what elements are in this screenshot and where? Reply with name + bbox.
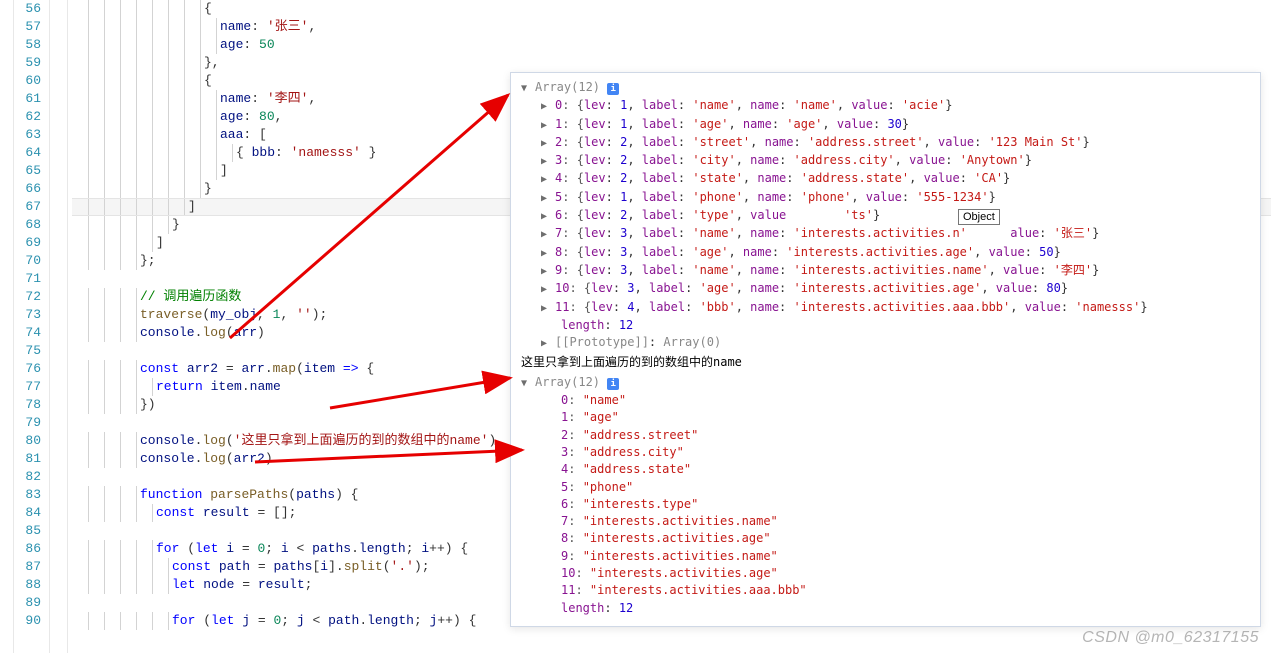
console-entry[interactable]: 8: "interests.activities.age" bbox=[521, 530, 1250, 547]
line-number: 71 bbox=[14, 270, 41, 288]
line-number: 85 bbox=[14, 522, 41, 540]
console-entry[interactable]: ▶6: {lev: 2, label: 'type', value 'ts'} bbox=[521, 207, 1250, 225]
console-panel[interactable]: ▼Array(12) i▶0: {lev: 1, label: 'name', … bbox=[510, 72, 1261, 627]
line-number: 74 bbox=[14, 324, 41, 342]
console-prototype[interactable]: ▶[[Prototype]]: Array(0) bbox=[521, 334, 1250, 352]
code-line[interactable]: { bbox=[72, 0, 1271, 18]
console-entry[interactable]: 3: "address.city" bbox=[521, 444, 1250, 461]
console-entry[interactable]: ▶2: {lev: 2, label: 'street', name: 'add… bbox=[521, 134, 1250, 152]
line-number: 69 bbox=[14, 234, 41, 252]
line-number: 61 bbox=[14, 90, 41, 108]
console-array-header[interactable]: ▼Array(12) i bbox=[521, 79, 1250, 97]
console-entry[interactable]: 10: "interests.activities.age" bbox=[521, 565, 1250, 582]
line-number: 90 bbox=[14, 612, 41, 630]
line-number: 81 bbox=[14, 450, 41, 468]
tooltip-object: Object bbox=[958, 209, 1000, 225]
console-entry[interactable]: 4: "address.state" bbox=[521, 461, 1250, 478]
console-entry[interactable]: 7: "interests.activities.name" bbox=[521, 513, 1250, 530]
line-number: 80 bbox=[14, 432, 41, 450]
console-entry[interactable]: ▶7: {lev: 3, label: 'name', name: 'inter… bbox=[521, 225, 1250, 243]
line-number: 79 bbox=[14, 414, 41, 432]
line-number: 86 bbox=[14, 540, 41, 558]
console-entry[interactable]: ▶10: {lev: 3, label: 'age', name: 'inter… bbox=[521, 280, 1250, 298]
code-line[interactable]: name: '张三', bbox=[72, 18, 1271, 36]
line-number: 63 bbox=[14, 126, 41, 144]
line-number: 75 bbox=[14, 342, 41, 360]
console-array-header[interactable]: ▼Array(12) i bbox=[521, 374, 1250, 392]
ruler bbox=[0, 0, 14, 653]
line-number: 88 bbox=[14, 576, 41, 594]
console-entry[interactable]: ▶3: {lev: 2, label: 'city', name: 'addre… bbox=[521, 152, 1250, 170]
console-entry[interactable]: ▶1: {lev: 1, label: 'age', name: 'age', … bbox=[521, 116, 1250, 134]
console-entry[interactable]: 1: "age" bbox=[521, 409, 1250, 426]
line-number: 67 bbox=[14, 198, 41, 216]
console-entry[interactable]: ▶5: {lev: 1, label: 'phone', name: 'phon… bbox=[521, 189, 1250, 207]
line-number: 73 bbox=[14, 306, 41, 324]
console-entry[interactable]: 5: "phone" bbox=[521, 479, 1250, 496]
line-number: 76 bbox=[14, 360, 41, 378]
console-entry[interactable]: ▶4: {lev: 2, label: 'state', name: 'addr… bbox=[521, 170, 1250, 188]
line-number: 57 bbox=[14, 18, 41, 36]
console-entry[interactable]: ▶11: {lev: 4, label: 'bbb', name: 'inter… bbox=[521, 299, 1250, 317]
watermark: CSDN @m0_62317155 bbox=[1082, 629, 1259, 647]
console-entry[interactable]: ▶9: {lev: 3, label: 'name', name: 'inter… bbox=[521, 262, 1250, 280]
line-number: 65 bbox=[14, 162, 41, 180]
line-number: 66 bbox=[14, 180, 41, 198]
code-line[interactable]: }, bbox=[72, 54, 1271, 72]
console-entry[interactable]: ▶8: {lev: 3, label: 'age', name: 'intere… bbox=[521, 244, 1250, 262]
line-number: 64 bbox=[14, 144, 41, 162]
code-line[interactable]: age: 50 bbox=[72, 36, 1271, 54]
line-number: 77 bbox=[14, 378, 41, 396]
console-entry[interactable]: 9: "interests.activities.name" bbox=[521, 548, 1250, 565]
info-icon[interactable]: i bbox=[607, 83, 619, 95]
line-number: 78 bbox=[14, 396, 41, 414]
line-number: 62 bbox=[14, 108, 41, 126]
line-number: 83 bbox=[14, 486, 41, 504]
console-entry[interactable]: 11: "interests.activities.aaa.bbb" bbox=[521, 582, 1250, 599]
console-log-text: 这里只拿到上面遍历的到的数组中的name bbox=[521, 352, 1250, 373]
console-length: length: 12 bbox=[521, 317, 1250, 334]
line-number: 70 bbox=[14, 252, 41, 270]
line-number: 68 bbox=[14, 216, 41, 234]
fold-column bbox=[50, 0, 68, 653]
line-number: 89 bbox=[14, 594, 41, 612]
line-number: 82 bbox=[14, 468, 41, 486]
line-number: 72 bbox=[14, 288, 41, 306]
console-entry[interactable]: 0: "name" bbox=[521, 392, 1250, 409]
console-entry[interactable]: 2: "address.street" bbox=[521, 427, 1250, 444]
line-number: 84 bbox=[14, 504, 41, 522]
line-number-gutter: 5657585960616263646566676869707172737475… bbox=[14, 0, 50, 653]
line-number: 87 bbox=[14, 558, 41, 576]
line-number: 60 bbox=[14, 72, 41, 90]
line-number: 59 bbox=[14, 54, 41, 72]
console-length: length: 12 bbox=[521, 600, 1250, 617]
line-number: 56 bbox=[14, 0, 41, 18]
info-icon[interactable]: i bbox=[607, 378, 619, 390]
console-entry[interactable]: 6: "interests.type" bbox=[521, 496, 1250, 513]
line-number: 58 bbox=[14, 36, 41, 54]
console-entry[interactable]: ▶0: {lev: 1, label: 'name', name: 'name'… bbox=[521, 97, 1250, 115]
